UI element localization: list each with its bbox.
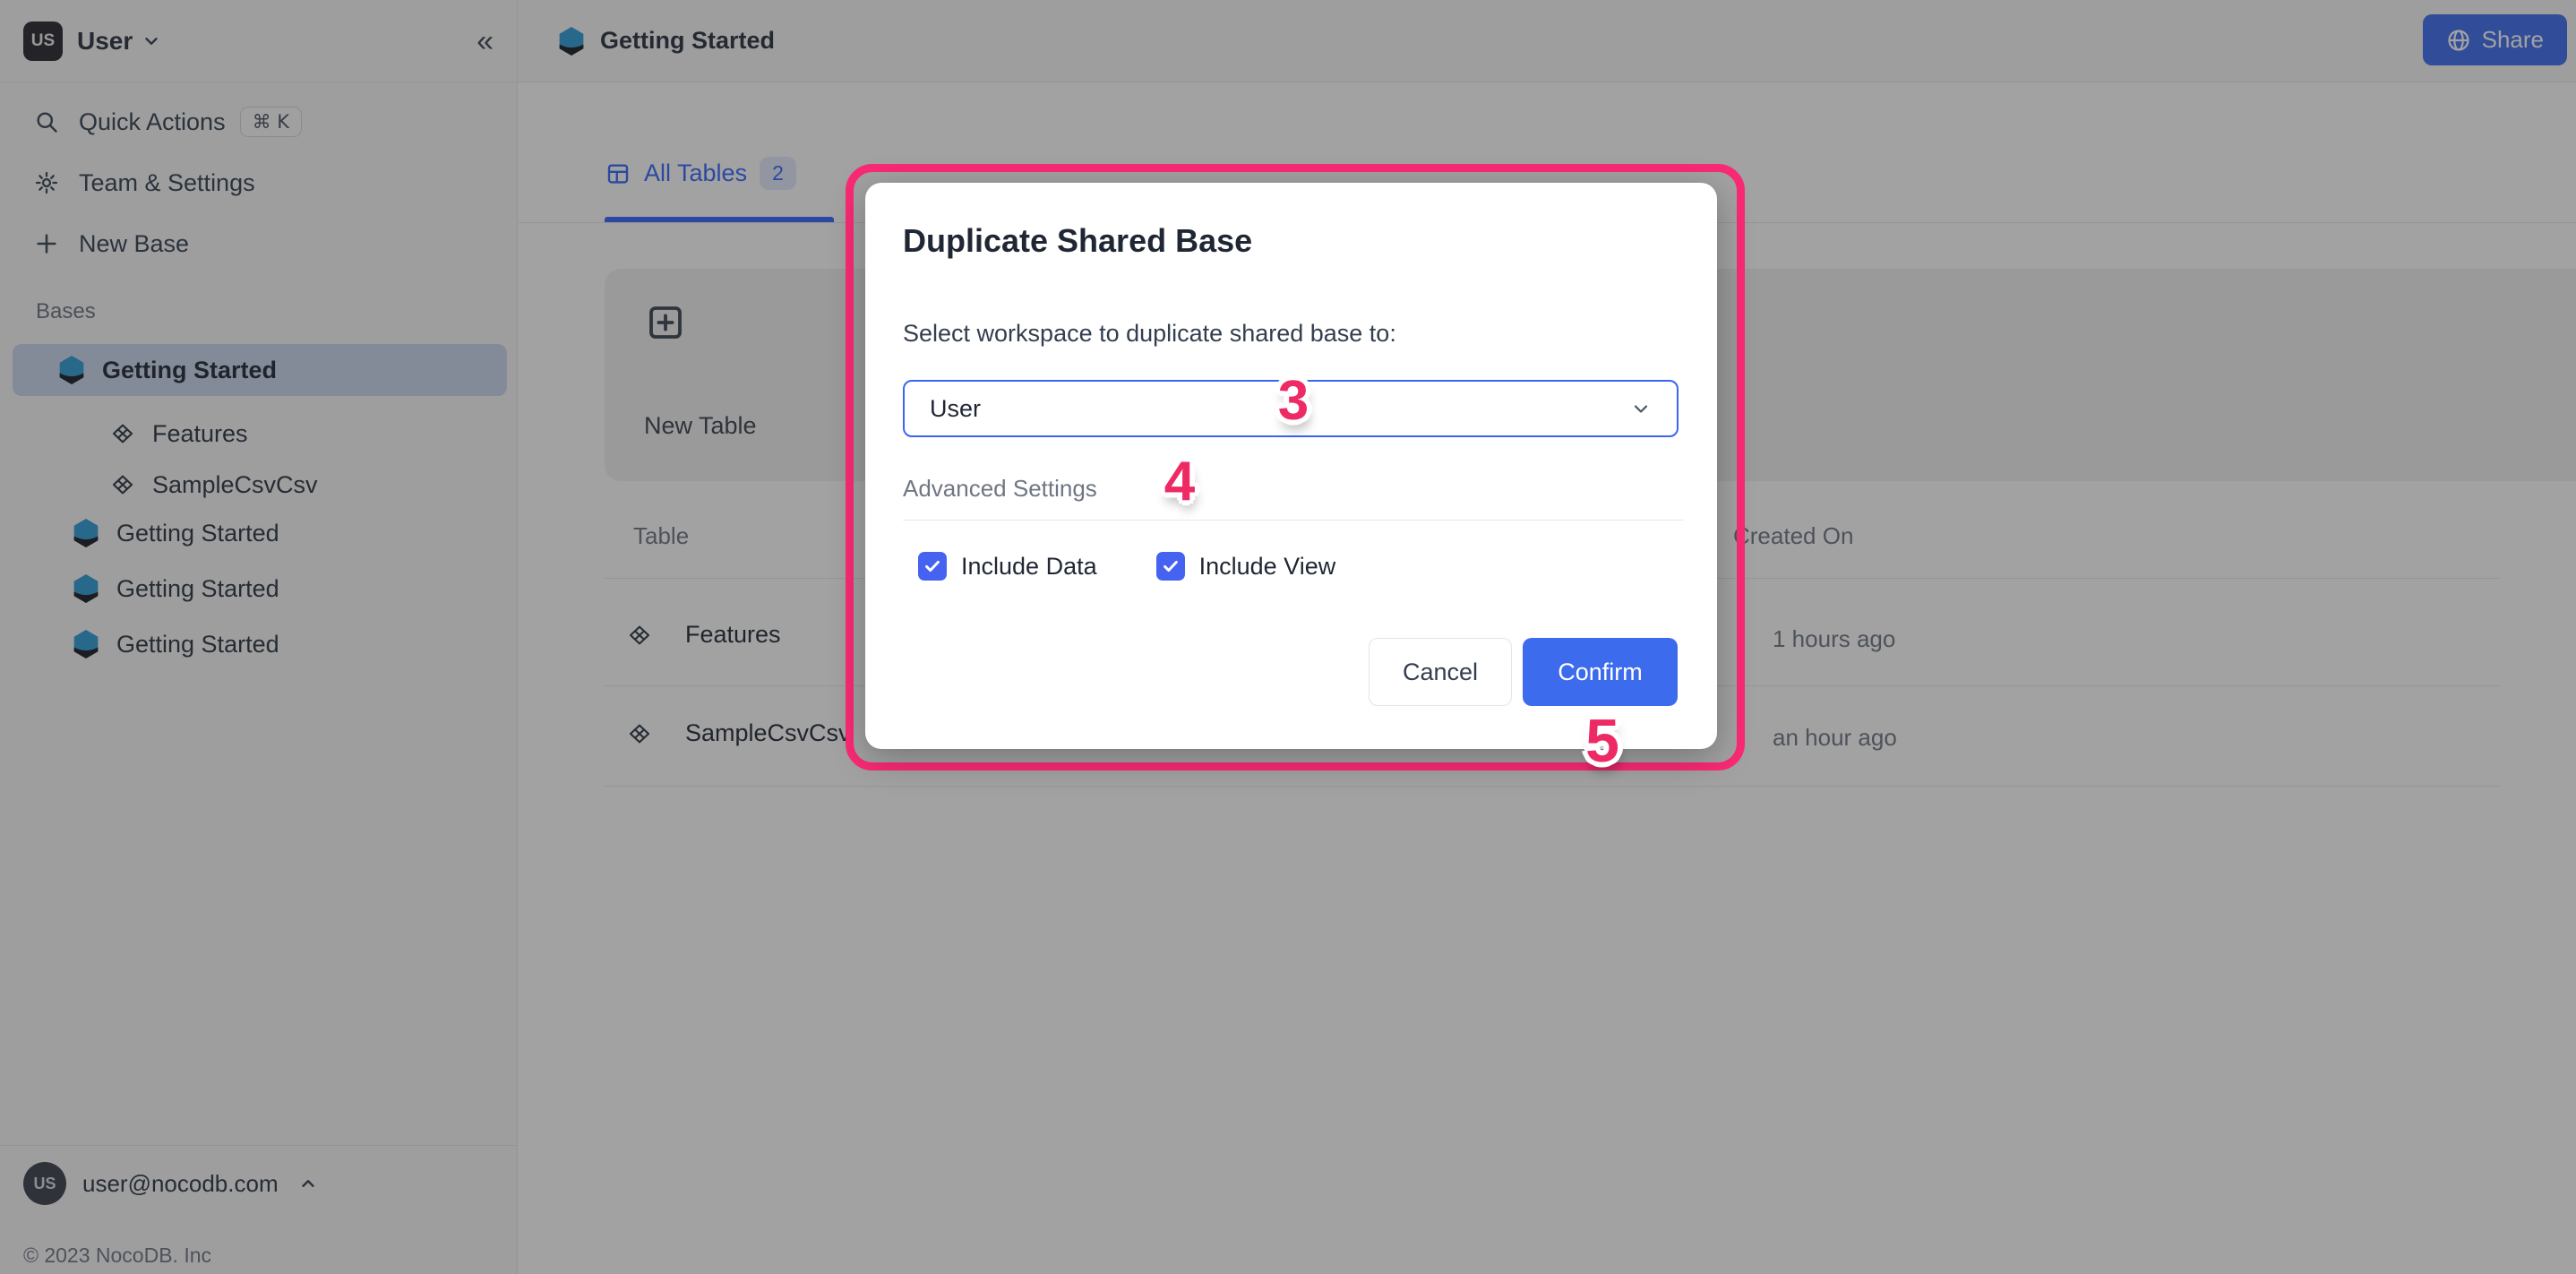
- app-window: US User « Quick Actions ⌘ K Team & Setti…: [0, 0, 2576, 1274]
- modal-description: Select workspace to duplicate shared bas…: [903, 320, 1396, 348]
- include-view-checkbox[interactable]: [1156, 552, 1185, 581]
- cancel-button[interactable]: Cancel: [1369, 638, 1512, 706]
- advanced-settings-label[interactable]: Advanced Settings: [903, 475, 1097, 503]
- annotation-step-4: 4: [1144, 450, 1215, 513]
- annotation-step-3: 3: [1258, 369, 1329, 433]
- confirm-button[interactable]: Confirm: [1523, 638, 1678, 706]
- options-row: Include Data Include View: [918, 552, 1335, 581]
- include-data-label: Include Data: [961, 553, 1097, 581]
- duplicate-shared-base-modal: Duplicate Shared Base Select workspace t…: [865, 183, 1717, 749]
- annotation-step-5: 5: [1567, 706, 1638, 776]
- divider: [903, 520, 1684, 521]
- include-data-checkbox[interactable]: [918, 552, 947, 581]
- include-view-label: Include View: [1199, 553, 1336, 581]
- workspace-select-value: User: [930, 395, 981, 423]
- chevron-down-icon: [1630, 398, 1652, 419]
- modal-title: Duplicate Shared Base: [903, 222, 1252, 260]
